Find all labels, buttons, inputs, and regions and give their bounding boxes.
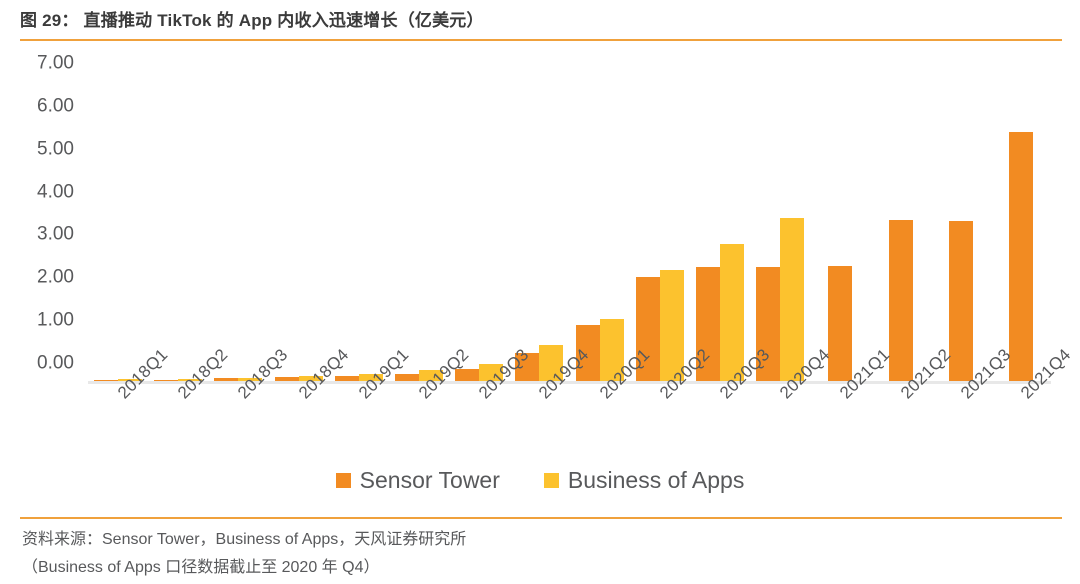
legend-swatch-icon (543, 473, 559, 488)
bar-2019Q2-sensor-tower (395, 373, 420, 381)
legend-item-sensor-tower: Sensor Tower (335, 467, 500, 494)
legend-item-business-of-apps: Business of Apps (543, 467, 745, 494)
bar-2021Q4-sensor-tower (1008, 132, 1033, 381)
bar-group (88, 63, 148, 381)
y-axis-tick: 4.00 (37, 181, 74, 203)
source-divider (20, 517, 1062, 519)
bar-chart: 0.00 1.00 2.00 3.00 4.00 5.00 6.00 7.00 2018Q1 2… (0, 45, 1080, 510)
bar-group (389, 63, 449, 381)
y-axis-tick: 2.00 (37, 266, 74, 288)
legend-swatch-icon (335, 473, 351, 488)
y-axis: 0.00 1.00 2.00 3.00 4.00 5.00 6.00 7.00 (0, 45, 84, 385)
bar-group (931, 63, 991, 381)
figure-page: 图 29： 直播推动 TikTok 的 App 内收入迅速增长（亿美元） 0.0… (0, 0, 1080, 584)
bar-2021Q1-sensor-tower (828, 266, 853, 381)
chart-legend: Sensor Tower Business of Apps (0, 467, 1080, 494)
y-axis-tick: 1.00 (37, 309, 74, 331)
bar-group (509, 63, 569, 381)
bar-group (329, 63, 389, 381)
y-axis-tick: 3.00 (37, 223, 74, 245)
title-divider-top (20, 39, 1062, 41)
source-note-line2: （Business of Apps 口径数据截止至 2020 年 Q4） (22, 559, 380, 576)
bar-group (269, 63, 329, 381)
bar-2020Q3-business-of-apps (719, 243, 744, 381)
y-axis-tick: 6.00 (37, 95, 74, 117)
bar-group (810, 63, 870, 381)
bar-group (750, 63, 810, 381)
bar-2020Q4-business-of-apps (780, 218, 805, 381)
y-axis-tick: 0.00 (37, 352, 74, 374)
legend-label: Sensor Tower (359, 467, 500, 493)
page-title: 图 29： 直播推动 TikTok 的 App 内收入迅速增长（亿美元） (20, 11, 484, 30)
y-axis-tick: 5.00 (37, 138, 74, 160)
bars-container (88, 63, 1051, 381)
legend-label: Business of Apps (567, 467, 745, 493)
bar-group (630, 63, 690, 381)
bar-group (690, 63, 750, 381)
y-axis-tick: 7.00 (37, 52, 74, 74)
bar-group (148, 63, 208, 381)
bar-group (870, 63, 930, 381)
bar-group (570, 63, 630, 381)
bar-group (449, 63, 509, 381)
source-note-line1: 资料来源：Sensor Tower，Business of Apps，天风证券研… (22, 531, 467, 548)
bar-group (991, 63, 1051, 381)
bar-group (208, 63, 268, 381)
